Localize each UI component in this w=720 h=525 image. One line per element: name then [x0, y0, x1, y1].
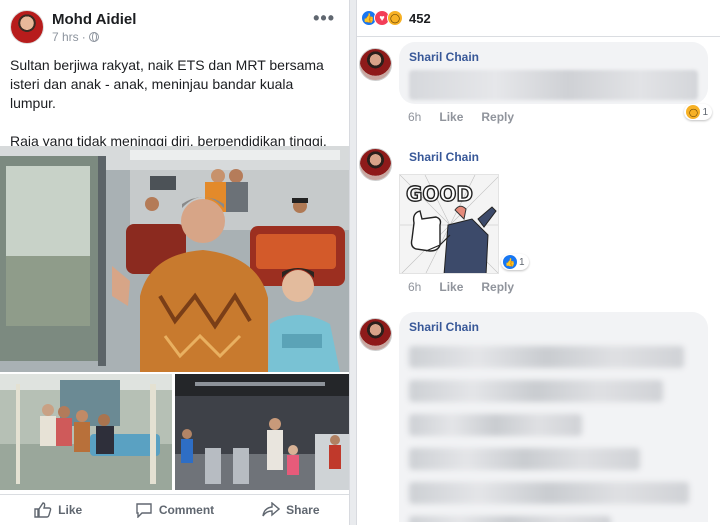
- post-header: Mohd Aidiel 7 hrs · •••: [8, 8, 343, 48]
- comment-bubble: Sharil Chain: [399, 42, 708, 104]
- post-actions: Like Comment Share: [0, 494, 349, 525]
- comment-label: Comment: [158, 503, 215, 517]
- commenter-avatar[interactable]: [359, 48, 392, 81]
- train-interior-illustration: [0, 146, 349, 372]
- sticker-text: GOOD: [406, 182, 473, 206]
- comment-bubble: Sharil Chain: [399, 312, 708, 522]
- thumbs-up-icon: [34, 502, 52, 518]
- comment-reaction-count: 1: [702, 106, 708, 118]
- more-options-icon[interactable]: •••: [313, 8, 335, 29]
- post-panel: Mohd Aidiel 7 hrs · ••• Sultan berjiwa r…: [0, 0, 349, 525]
- comment-like-link[interactable]: Like: [439, 110, 463, 124]
- like-button[interactable]: Like: [0, 495, 116, 525]
- blurred-comment-line: [409, 380, 664, 402]
- panel-divider: [349, 0, 357, 525]
- blurred-comment-line: [409, 414, 583, 436]
- comment-3: Sharil Chain: [357, 310, 720, 525]
- comment-bubble-icon: [136, 503, 152, 518]
- photo-train-interior[interactable]: [0, 146, 349, 372]
- post-paragraph-1: Sultan berjiwa rakyat, naik ETS dan MRT …: [10, 57, 324, 111]
- reaction-count: 452: [409, 10, 431, 26]
- photo-mrt-interior[interactable]: [0, 374, 172, 490]
- author-avatar[interactable]: [10, 10, 44, 44]
- comment-2: Sharil Chain GOOD 👍 1 6h Like Reply: [357, 140, 720, 304]
- share-button[interactable]: Share: [233, 495, 349, 525]
- mrt-interior-illustration: [0, 374, 172, 490]
- comment-like-link[interactable]: Like: [439, 280, 463, 294]
- comment-time[interactable]: 6h: [408, 110, 421, 124]
- author-name[interactable]: Mohd Aidiel: [52, 11, 136, 28]
- photo-station-gates[interactable]: [175, 374, 349, 490]
- comment-button[interactable]: Comment: [116, 495, 232, 525]
- thumbs-up-sticker-illustration: GOOD: [400, 175, 498, 273]
- meta-separator: ·: [81, 30, 86, 44]
- globe-icon: [88, 32, 99, 42]
- wow-reaction-icon: ◯: [387, 10, 403, 26]
- blurred-comment-text: [409, 70, 698, 100]
- blurred-comment-line: [409, 516, 612, 522]
- comment-reaction-chip[interactable]: 👍 1: [501, 254, 529, 270]
- like-reaction-icon: 👍: [503, 255, 517, 269]
- comments-panel: 👍 ♥ ◯ 452 Sharil Chain ◯ 1 6h Like Reply…: [357, 0, 720, 525]
- post-time[interactable]: 7 hrs: [52, 30, 79, 44]
- reaction-summary[interactable]: 👍 ♥ ◯ 452: [361, 10, 431, 26]
- comment-reply-link[interactable]: Reply: [481, 280, 514, 294]
- blurred-comment-line: [409, 346, 684, 368]
- photo-row: [0, 374, 349, 490]
- share-arrow-icon: [262, 502, 281, 517]
- blurred-comment-line: [409, 482, 690, 504]
- comment-reaction-chip[interactable]: ◯ 1: [684, 104, 712, 120]
- share-label: Share: [286, 503, 320, 517]
- station-gates-illustration: [175, 374, 349, 490]
- comment-reaction-count: 1: [519, 256, 525, 268]
- good-sticker[interactable]: GOOD: [399, 174, 499, 274]
- comment-actions: 6h Like Reply: [408, 280, 514, 294]
- blurred-comment-line: [409, 448, 641, 470]
- comment-reply-link[interactable]: Reply: [481, 110, 514, 124]
- reaction-separator: [357, 36, 720, 37]
- comment-time[interactable]: 6h: [408, 280, 421, 294]
- comment-actions: 6h Like Reply: [408, 110, 514, 124]
- like-label: Like: [58, 503, 83, 517]
- commenter-name[interactable]: Sharil Chain: [409, 150, 479, 164]
- commenter-name[interactable]: Sharil Chain: [409, 320, 698, 334]
- commenter-avatar[interactable]: [359, 148, 392, 181]
- comment-1: Sharil Chain ◯ 1 6h Like Reply: [357, 40, 720, 130]
- post-meta: 7 hrs ·: [52, 30, 99, 44]
- wow-reaction-icon: ◯: [686, 105, 701, 119]
- commenter-avatar[interactable]: [359, 318, 392, 351]
- commenter-name[interactable]: Sharil Chain: [409, 50, 698, 64]
